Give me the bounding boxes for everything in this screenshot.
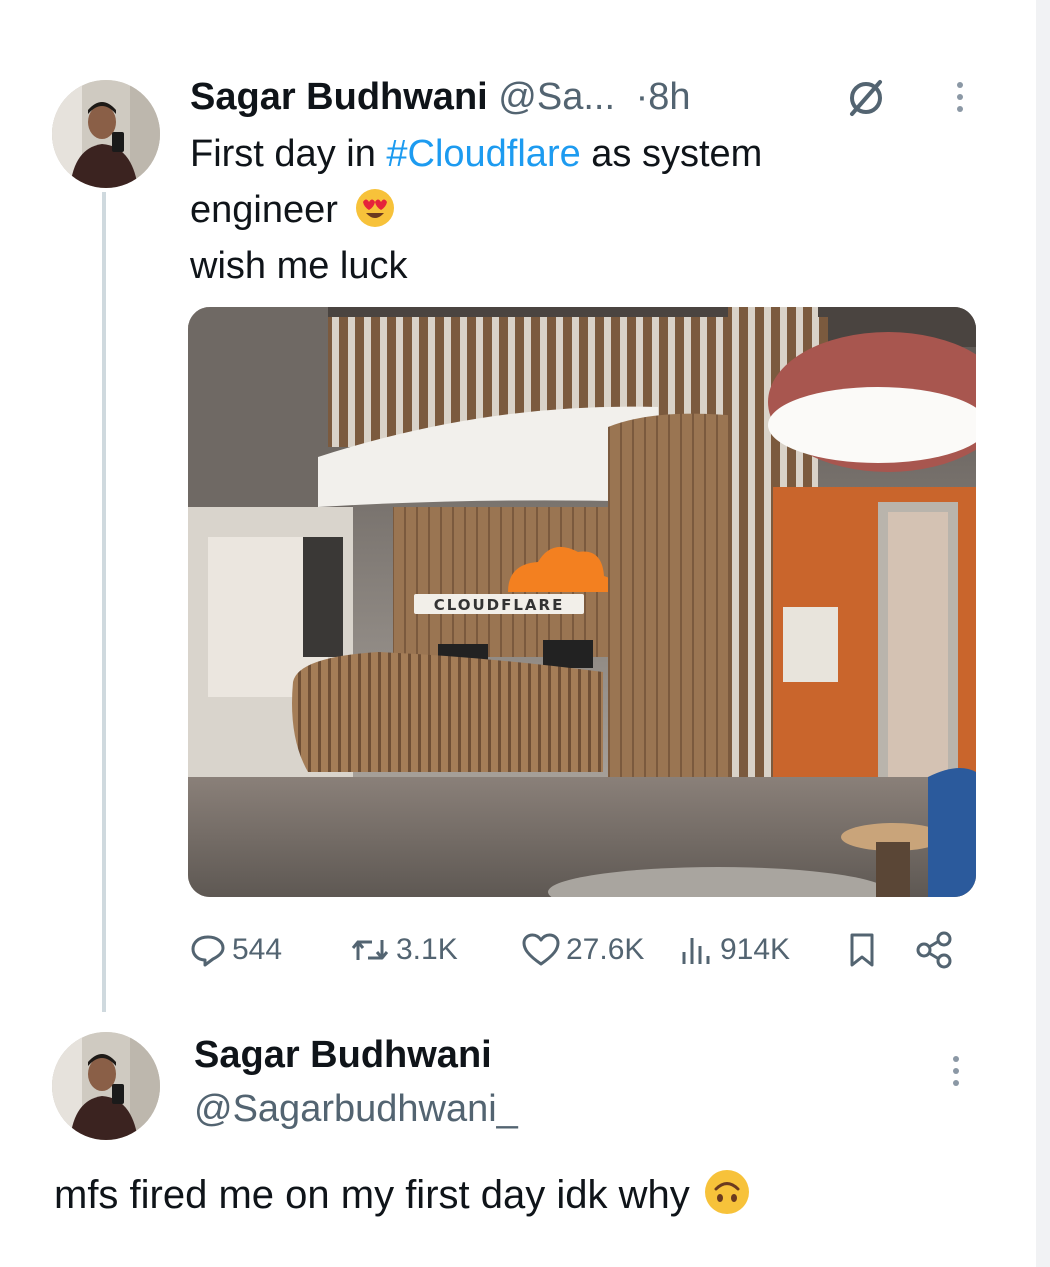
bookmark-button[interactable] bbox=[844, 922, 880, 978]
reply-text: mfs fired me on my first day idk why bbox=[54, 1168, 751, 1218]
bookmark-icon bbox=[850, 933, 874, 967]
avatar-photo bbox=[52, 1032, 160, 1140]
author-avatar[interactable] bbox=[52, 80, 160, 188]
reply-author-handle[interactable]: @Sagarbudhwani_ bbox=[194, 1088, 518, 1131]
author-handle[interactable]: @Sa... bbox=[498, 76, 615, 118]
scrollbar-track[interactable] bbox=[1036, 0, 1050, 1267]
tweet-text-line3: wish me luck bbox=[190, 245, 408, 287]
cloudflare-sign-text: CLOUDFLARE bbox=[434, 596, 565, 614]
grok-icon[interactable] bbox=[846, 78, 886, 123]
reply-button[interactable]: 544 bbox=[188, 922, 282, 978]
tweet-text-line1: First day in #Cloudflare as system bbox=[190, 133, 763, 175]
retweet-icon bbox=[351, 940, 389, 960]
retweet-button[interactable]: 3.1K bbox=[348, 922, 458, 978]
tweet-text: First day in #Cloudflare as system engin… bbox=[190, 126, 762, 294]
tweet-text-line2: engineer bbox=[190, 182, 762, 238]
reply-icon bbox=[191, 935, 225, 967]
heart-icon bbox=[522, 933, 560, 966]
tweet-media-image[interactable]: CLOUDFLARE bbox=[188, 307, 976, 897]
retweet-count: 3.1K bbox=[396, 933, 458, 966]
office-reception-photo: CLOUDFLARE bbox=[188, 307, 976, 897]
share-button[interactable] bbox=[912, 922, 956, 978]
reply-count: 544 bbox=[232, 933, 283, 966]
like-count: 27.6K bbox=[566, 933, 645, 966]
avatar-photo bbox=[52, 80, 160, 188]
reply-more-options-icon[interactable] bbox=[952, 1056, 960, 1086]
heart-eyes-emoji-icon bbox=[356, 189, 395, 227]
hashtag-link[interactable]: #Cloudflare bbox=[386, 133, 580, 175]
like-button[interactable]: 27.6K bbox=[520, 922, 644, 978]
view-count: 914K bbox=[720, 933, 791, 966]
tweet-time[interactable]: 8h bbox=[648, 76, 690, 118]
share-icon bbox=[916, 931, 952, 969]
upside-down-face-emoji-icon bbox=[704, 1170, 749, 1214]
tweet-actions-bar: 544 3.1K 27.6K 914K bbox=[188, 922, 968, 978]
more-options-icon[interactable] bbox=[956, 82, 964, 112]
reply-author-name[interactable]: Sagar Budhwani bbox=[194, 1034, 492, 1077]
reply-author-avatar[interactable] bbox=[52, 1032, 160, 1140]
author-name[interactable]: Sagar Budhwani bbox=[190, 76, 488, 118]
analytics-icon bbox=[682, 938, 710, 964]
views-button[interactable]: 914K bbox=[678, 922, 790, 978]
thread-connector-line bbox=[102, 192, 106, 1012]
time-separator: · bbox=[635, 76, 649, 118]
tweet-header: Sagar Budhwani @Sa... ·8h bbox=[190, 76, 691, 119]
